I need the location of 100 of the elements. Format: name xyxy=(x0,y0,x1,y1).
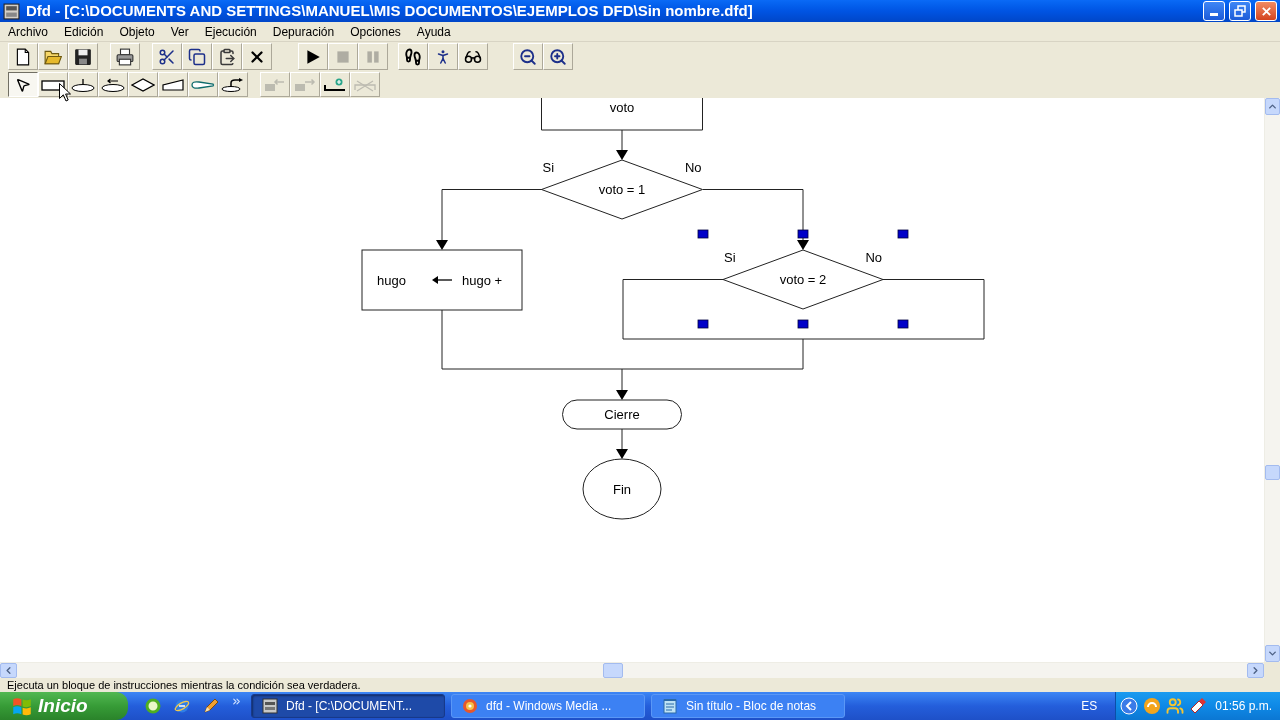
double-chevron-icon[interactable] xyxy=(231,696,242,707)
selection-handle-icon[interactable] xyxy=(797,229,809,239)
scroll-left-button[interactable] xyxy=(0,663,17,678)
selection-handle-icon[interactable] xyxy=(897,319,909,329)
cut-button[interactable] xyxy=(152,43,182,70)
footprints-button[interactable] xyxy=(398,43,428,70)
condition-text: voto = 1 xyxy=(598,182,646,197)
trapezoid-icon xyxy=(161,77,185,92)
condition-text: voto = 2 xyxy=(779,272,827,287)
branch-label: Si xyxy=(724,249,736,265)
chevron-right-icon xyxy=(1250,665,1261,676)
ellipse-arrow-tool-button[interactable] xyxy=(98,72,128,97)
zoom-in-button[interactable] xyxy=(543,43,573,70)
rectangle-icon xyxy=(41,77,65,92)
terminal-text: Cierre xyxy=(604,407,640,422)
printer-icon xyxy=(116,47,134,66)
disc-icon xyxy=(462,698,478,714)
ellipse-tool-button[interactable] xyxy=(68,72,98,97)
clock-text: 01:56 p.m. xyxy=(1215,698,1272,715)
ellipse-icon xyxy=(71,77,95,92)
paste-button[interactable] xyxy=(212,43,242,70)
selection-handle-icon[interactable] xyxy=(797,319,809,329)
notepad-icon xyxy=(662,698,678,714)
trapezoid-tool-button[interactable] xyxy=(158,72,188,97)
scroll-up-button[interactable] xyxy=(1265,98,1280,115)
new-button[interactable] xyxy=(8,43,38,70)
curved-arrow-icon xyxy=(221,77,245,92)
selection-handle-icon[interactable] xyxy=(697,229,709,239)
taskbar-button[interactable]: Dfd - [C:\DOCUMENT... xyxy=(251,694,445,718)
page-icon xyxy=(14,47,32,66)
selection-handle-icon[interactable] xyxy=(897,229,909,239)
restore-button[interactable] xyxy=(1229,1,1251,21)
globe-icon[interactable] xyxy=(174,698,190,714)
taskbar-button[interactable]: dfd - Windows Media ... xyxy=(451,694,645,718)
window-title: Dfd - [C:\DOCUMENTS AND SETTINGS\MANUEL\MIS DOCUMENTOS\EJEMPLOS DFD\Sin nombre.dfd] xyxy=(26,1,753,21)
connector-arrow xyxy=(616,428,628,459)
scroll-right-button[interactable] xyxy=(1247,663,1264,678)
flag-icon xyxy=(12,696,32,716)
left-arrow-icon xyxy=(432,276,453,284)
footprints-icon xyxy=(404,47,422,66)
bracket-plus-button[interactable] xyxy=(320,72,350,97)
clipboard-icon xyxy=(218,47,236,66)
block-left-arrow-icon xyxy=(263,77,287,92)
scroll-down-button[interactable] xyxy=(1265,645,1280,662)
selection-handle-icon[interactable] xyxy=(697,319,709,329)
figure-button[interactable] xyxy=(428,43,458,70)
print-button[interactable] xyxy=(110,43,140,70)
arrow-pointer-icon xyxy=(15,76,31,93)
curved-arrow-tool-button[interactable] xyxy=(218,72,248,97)
zoom-out-icon xyxy=(519,47,537,66)
process-text: voto xyxy=(609,99,635,115)
minimize-icon xyxy=(1210,13,1218,16)
pencil-icon[interactable] xyxy=(203,698,219,714)
expression-text: hugo + xyxy=(462,272,503,288)
language-indicator[interactable]: ES xyxy=(1081,697,1098,715)
close-button[interactable] xyxy=(1255,1,1277,21)
restore-icon xyxy=(1234,5,1246,17)
delete-button[interactable] xyxy=(242,43,272,70)
users-icon xyxy=(1166,697,1185,715)
end-text: Fin xyxy=(612,481,632,497)
variable-text: hugo xyxy=(377,272,406,288)
scroll-thumb[interactable] xyxy=(1265,465,1280,480)
run-button[interactable] xyxy=(298,43,328,70)
open-button[interactable] xyxy=(38,43,68,70)
block-right-arrow-icon xyxy=(293,77,317,92)
diamond-icon xyxy=(131,77,155,92)
minimize-button[interactable] xyxy=(1203,1,1225,21)
play-icon xyxy=(304,47,322,66)
menu-item[interactable]: Ayuda xyxy=(408,23,459,40)
menu-item[interactable]: Archivo xyxy=(0,23,56,40)
scroll-thumb[interactable] xyxy=(603,663,623,678)
ring-icon[interactable] xyxy=(145,698,161,714)
cone-tool-button[interactable] xyxy=(188,72,218,97)
menu-item[interactable]: Ejecución xyxy=(196,23,265,40)
copy-button[interactable] xyxy=(182,43,212,70)
swirl-icon[interactable] xyxy=(1143,697,1162,715)
zoom-out-button[interactable] xyxy=(513,43,543,70)
chevron-down-icon xyxy=(1267,648,1278,659)
menu-item[interactable]: Objeto xyxy=(111,23,163,40)
diamond-tool-button[interactable] xyxy=(128,72,158,97)
start-button[interactable]: Inicio xyxy=(0,692,128,720)
menu-item[interactable]: Edición xyxy=(56,23,112,40)
connector-arrow xyxy=(616,129,628,160)
zoom-in-icon xyxy=(549,47,567,66)
chevron-left-icon[interactable] xyxy=(1120,697,1139,715)
brush-icon[interactable] xyxy=(1189,697,1208,715)
branch-label: No xyxy=(684,159,702,175)
status-text: Ejecuta un bloque de instrucciones mientras la condición sea verdadera. xyxy=(7,678,361,692)
scissors-icon xyxy=(158,47,176,66)
menu-item[interactable]: Opciones xyxy=(342,23,409,40)
glasses-button[interactable] xyxy=(458,43,488,70)
pointer-tool-button[interactable] xyxy=(8,72,38,97)
save-button[interactable] xyxy=(68,43,98,70)
taskbar-button[interactable]: Sin título - Bloc de notas xyxy=(651,694,845,718)
bracket-plus-icon xyxy=(323,77,347,92)
branch-label: No xyxy=(865,249,882,265)
copy-icon xyxy=(188,47,206,66)
menu-item[interactable]: Ver xyxy=(162,23,197,40)
app-icon xyxy=(3,2,20,20)
menu-item[interactable]: Depuración xyxy=(264,23,343,40)
